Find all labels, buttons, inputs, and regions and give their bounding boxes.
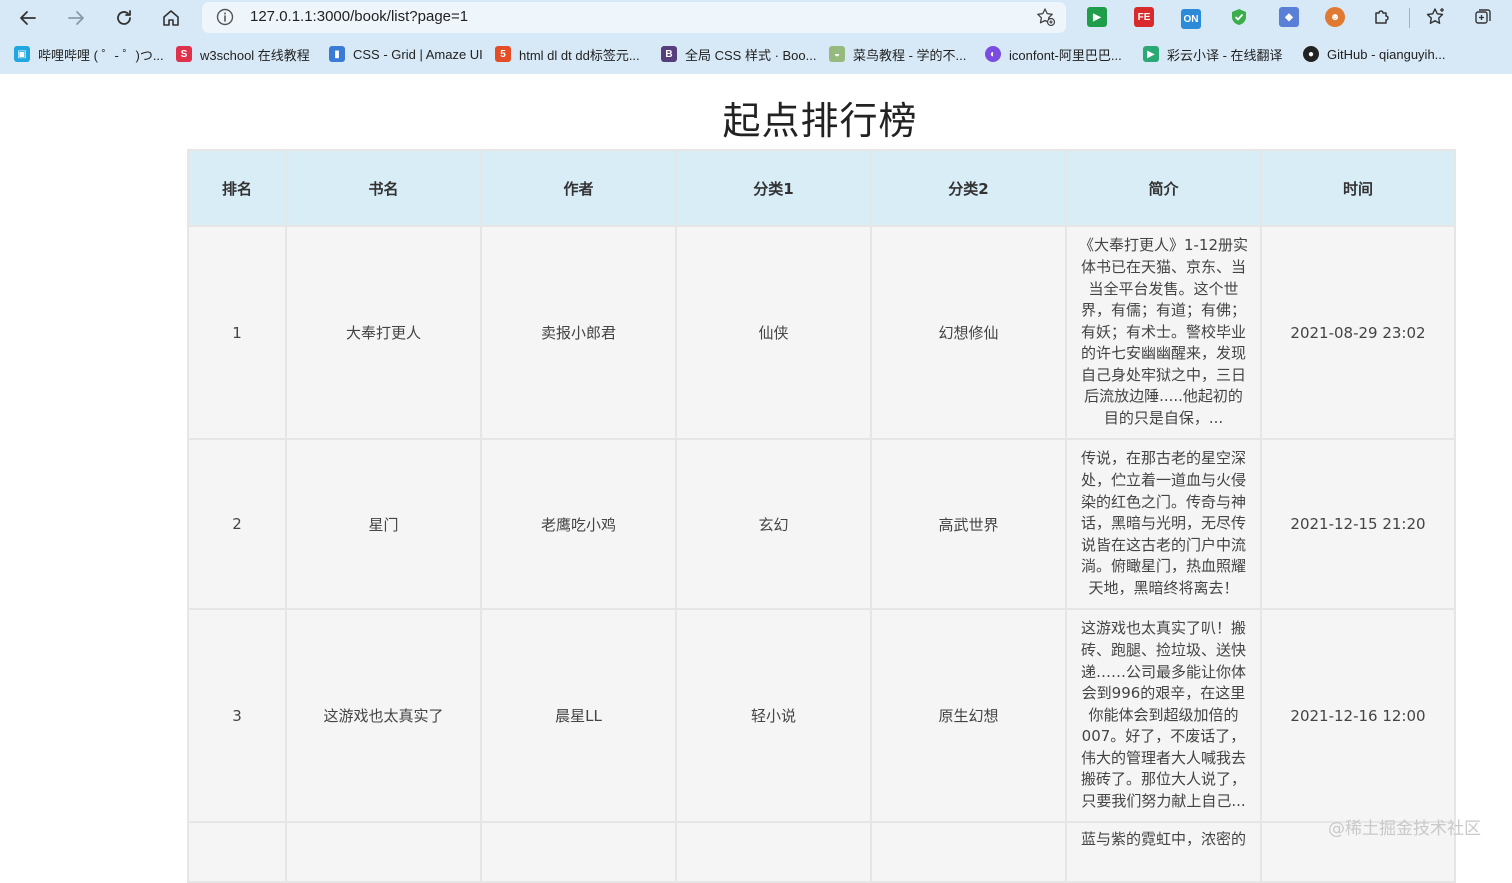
cell-category-1: 轻小说 xyxy=(675,608,872,823)
forward-button[interactable] xyxy=(62,4,90,32)
bookmark-item[interactable]: 5 html dl dt dd标签元... xyxy=(495,44,640,64)
cell-book-name: 星门 xyxy=(285,438,482,610)
cell-rank: 3 xyxy=(187,608,287,823)
bootstrap-icon: B xyxy=(661,46,677,62)
cell-time: 2021-12-15 21:20 xyxy=(1260,438,1456,610)
bookmarks-bar: ▣ 哔哩哔哩 ( ゜- ゜)つ... S w3school 在线教程 ▮ CSS… xyxy=(0,40,1512,68)
extension-colorful-icon[interactable]: ◆ xyxy=(1279,7,1299,27)
cell-rank: 2 xyxy=(187,438,287,610)
info-icon[interactable] xyxy=(216,8,234,26)
reload-button[interactable] xyxy=(110,4,138,32)
cell-time: 2021-12-16 12:00 xyxy=(1260,608,1456,823)
url-text: 127.0.1.1:3000/book/list?page=1 xyxy=(250,8,469,25)
bilibili-icon: ▣ xyxy=(14,46,30,62)
cell-intro: 《大奉打更人》1-12册实体书已在天猫、京东、当当全平台发售。这个世界，有儒；有… xyxy=(1065,225,1262,440)
collections-icon[interactable] xyxy=(1473,7,1493,27)
bookmark-label: 哔哩哔哩 ( ゜- ゜)つ... xyxy=(38,47,164,63)
header-category-1: 分类1 xyxy=(675,149,872,227)
bookmark-item[interactable]: S w3school 在线教程 xyxy=(176,44,310,64)
header-rank: 排名 xyxy=(187,149,287,227)
cell-category-1: 仙侠 xyxy=(675,225,872,440)
cell-intro: 这游戏也太真实了叭！搬砖、跑腿、捡垃圾、送快递……公司最多能让你体会到996的艰… xyxy=(1065,608,1262,823)
cell-intro: 传说，在那古老的星空深处，伫立着一道血与火侵染的红色之门。传奇与神话，黑暗与光明… xyxy=(1065,438,1262,610)
address-bar[interactable]: 127.0.1.1:3000/book/list?page=1 xyxy=(202,2,1066,33)
w3school-icon: S xyxy=(176,46,192,62)
cell-category-1 xyxy=(675,821,872,883)
arrow-left-icon xyxy=(20,11,36,25)
cell-book-name: 大奉打更人 xyxy=(285,225,482,440)
cell-category-2 xyxy=(870,821,1067,883)
header-book-name: 书名 xyxy=(285,149,482,227)
bookmark-label: html dl dt dd标签元... xyxy=(519,47,640,63)
bookmark-item[interactable]: ● GitHub - qianguyih... xyxy=(1303,44,1446,64)
favorites-icon[interactable] xyxy=(1425,7,1445,27)
table-row: 蓝与紫的霓虹中，浓密的 xyxy=(187,821,1456,883)
bookmark-label: 全局 CSS 样式 · Boo... xyxy=(685,47,817,63)
html5-icon: 5 xyxy=(495,46,511,62)
home-icon xyxy=(163,10,179,26)
bookmark-label: 菜鸟教程 - 学的不... xyxy=(853,47,967,63)
table-row: 3 这游戏也太真实了 晨星LL 轻小说 原生幻想 这游戏也太真实了叭！搬砖、跑腿… xyxy=(187,608,1456,823)
toolbar-divider xyxy=(1409,8,1410,28)
back-button[interactable] xyxy=(14,4,42,32)
bookmark-label: CSS - Grid | Amaze UI xyxy=(353,46,483,62)
bookmark-item[interactable]: ▮ CSS - Grid | Amaze UI xyxy=(329,44,483,64)
table-row: 1 大奉打更人 卖报小郎君 仙侠 幻想修仙 《大奉打更人》1-12册实体书已在天… xyxy=(187,225,1456,440)
cell-category-2: 幻想修仙 xyxy=(870,225,1067,440)
bookmark-label: w3school 在线教程 xyxy=(200,47,310,63)
ranking-table: 排名 书名 作者 分类1 分类2 简介 时间 1 大奉打更人 卖报小郎君 仙侠 … xyxy=(187,149,1456,883)
extension-shield-icon[interactable] xyxy=(1229,7,1249,27)
cell-book-name xyxy=(285,821,482,883)
header-category-2: 分类2 xyxy=(870,149,1067,227)
browser-chrome: 127.0.1.1:3000/book/list?page=1 ▶ FE ON … xyxy=(0,0,1512,74)
header-intro: 简介 xyxy=(1065,149,1262,227)
cell-rank xyxy=(187,821,287,883)
extension-on-icon[interactable]: ON xyxy=(1181,9,1201,29)
github-icon: ● xyxy=(1303,46,1319,62)
cell-category-2: 原生幻想 xyxy=(870,608,1067,823)
extension-monkey-icon[interactable]: ☻ xyxy=(1325,7,1345,27)
bookmark-label: GitHub - qianguyih... xyxy=(1327,46,1446,62)
cell-category-1: 玄幻 xyxy=(675,438,872,610)
caiyun-icon: ▶ xyxy=(1143,46,1159,62)
bookmark-item[interactable]: ◒ 菜鸟教程 - 学的不... xyxy=(829,44,966,64)
bookmark-label: iconfont-阿里巴巴... xyxy=(1009,47,1122,63)
cell-intro: 蓝与紫的霓虹中，浓密的 xyxy=(1065,821,1262,883)
cell-time: 2021-08-29 23:02 xyxy=(1260,225,1456,440)
cell-category-2: 高武世界 xyxy=(870,438,1067,610)
bookmark-item[interactable]: B 全局 CSS 样式 · Boo... xyxy=(661,44,816,64)
table-row: 2 星门 老鹰吃小鸡 玄幻 高武世界 传说，在那古老的星空深处，伫立着一道血与火… xyxy=(187,438,1456,610)
reload-icon xyxy=(117,10,131,25)
extension-flag-icon[interactable]: ▶ xyxy=(1087,7,1107,27)
cell-author xyxy=(480,821,677,883)
header-author: 作者 xyxy=(480,149,677,227)
bookmark-item[interactable]: ▣ 哔哩哔哩 ( ゜- ゜)つ... xyxy=(14,44,164,64)
cell-book-name: 这游戏也太真实了 xyxy=(285,608,482,823)
page-title: 起点排行榜 xyxy=(722,99,918,143)
bookmark-label: 彩云小译 - 在线翻译 xyxy=(1167,47,1283,63)
bookmark-item[interactable]: ◐ iconfont-阿里巴巴... xyxy=(985,44,1122,64)
extension-fe-icon[interactable]: FE xyxy=(1134,7,1154,27)
extensions-puzzle-icon[interactable] xyxy=(1372,7,1392,27)
add-favorite-icon[interactable] xyxy=(1036,7,1056,27)
cell-rank: 1 xyxy=(187,225,287,440)
amazeui-icon: ▮ xyxy=(329,46,345,62)
watermark: @稀土掘金技术社区 xyxy=(1328,819,1481,839)
bookmark-item[interactable]: ▶ 彩云小译 - 在线翻译 xyxy=(1143,44,1283,64)
arrow-right-icon xyxy=(68,11,84,25)
table-header-row: 排名 书名 作者 分类1 分类2 简介 时间 xyxy=(187,149,1456,227)
browser-toolbar: 127.0.1.1:3000/book/list?page=1 ▶ FE ON … xyxy=(0,0,1512,36)
cell-author: 晨星LL xyxy=(480,608,677,823)
iconfont-icon: ◐ xyxy=(985,46,1001,62)
cell-author: 老鹰吃小鸡 xyxy=(480,438,677,610)
runoob-icon: ◒ xyxy=(829,46,845,62)
home-button[interactable] xyxy=(157,4,185,32)
header-time: 时间 xyxy=(1260,149,1456,227)
cell-author: 卖报小郎君 xyxy=(480,225,677,440)
